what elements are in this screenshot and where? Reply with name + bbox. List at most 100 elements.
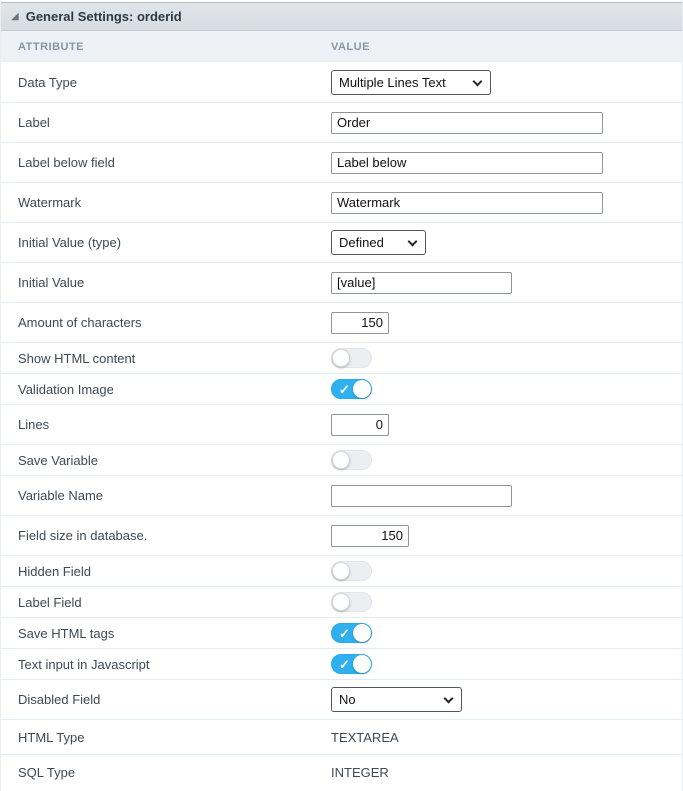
initial-value-type-select[interactable]: Defined (331, 230, 426, 255)
toggle-knob (353, 380, 371, 398)
table-row: Initial Value (type) Defined (1, 222, 682, 262)
watermark-value-cell (331, 191, 682, 214)
table-row: Label Field ✓ (1, 586, 682, 617)
label-field-value-cell: ✓ (331, 592, 682, 612)
hidden-field-toggle[interactable]: ✓ (331, 561, 372, 581)
save-html-tags-value-cell: ✓ (331, 623, 682, 643)
text-input-in-javascript-label: Text input in Javascript (18, 656, 150, 672)
variable-name-value-cell (331, 484, 682, 507)
show-html-content-label: Show HTML content (18, 350, 136, 366)
settings-rows: Data Type Multiple Lines Text Label Label b… (1, 62, 682, 789)
label-below-field-value-cell (331, 151, 682, 174)
variable-name-input[interactable] (331, 484, 512, 507)
disabled-field-select-wrap: No (331, 687, 462, 712)
table-row: Save Variable ✓ (1, 444, 682, 475)
table-row: Label below field (1, 142, 682, 182)
table-row: SQL Type INTEGER (1, 754, 682, 789)
save-html-tags-toggle[interactable]: ✓ (331, 623, 372, 643)
save-variable-value-cell: ✓ (331, 450, 682, 470)
data-type-label: Data Type (18, 74, 78, 90)
variable-name-label: Variable Name (18, 488, 104, 503)
field-size-in-database-label: Field size in database. (18, 528, 148, 543)
field-size-in-database-value-cell (331, 524, 682, 547)
data-type-select-wrap: Multiple Lines Text (331, 69, 491, 95)
amount-of-characters-input[interactable] (331, 311, 389, 334)
table-row: Lines (1, 404, 682, 444)
label-below-field-input[interactable] (331, 151, 603, 174)
table-row: Field size in database. (1, 515, 682, 555)
sql-type-value: INTEGER (331, 764, 389, 780)
checkmark-icon: ✓ (339, 382, 350, 397)
toggle-knob (332, 451, 350, 469)
text-input-in-javascript-value-cell: ✓ (331, 654, 682, 674)
data-type-select[interactable]: Multiple Lines Text (331, 69, 491, 95)
column-header-attribute: ATTRIBUTE (18, 40, 85, 53)
table-row: Disabled Field No (1, 679, 682, 719)
panel-titlebar[interactable]: ◢ General Settings: orderid (1, 2, 682, 31)
initial-value-type-select-wrap: Defined (331, 230, 426, 255)
label-field-toggle[interactable]: ✓ (331, 592, 372, 612)
panel-title: General Settings: orderid (25, 9, 182, 24)
html-type-label: HTML Type (18, 729, 85, 745)
table-row: Label (1, 102, 682, 142)
initial-value-value-cell (331, 271, 682, 294)
table-row: HTML Type TEXTAREA (1, 719, 682, 754)
save-html-tags-label: Save HTML tags (18, 625, 115, 641)
save-variable-toggle[interactable]: ✓ (331, 450, 372, 470)
hidden-field-label: Hidden Field (18, 563, 91, 579)
disabled-field-value-cell: No (331, 687, 682, 712)
show-html-content-toggle[interactable]: ✓ (331, 348, 372, 368)
watermark-label: Watermark (18, 195, 82, 210)
amount-of-characters-label: Amount of characters (18, 315, 142, 330)
lines-label: Lines (18, 417, 50, 432)
table-row: Variable Name (1, 475, 682, 515)
table-row: Hidden Field ✓ (1, 555, 682, 586)
lines-value-cell (331, 413, 682, 436)
label-input[interactable] (331, 111, 603, 134)
column-header-value: VALUE (331, 40, 370, 53)
toggle-knob (332, 349, 350, 367)
initial-value-input[interactable] (331, 271, 512, 294)
initial-value-type-label: Initial Value (type) (18, 235, 122, 250)
sql-type-value-cell: INTEGER (331, 765, 682, 780)
label-value-cell (331, 111, 682, 134)
initial-value-label: Initial Value (18, 275, 85, 290)
watermark-input[interactable] (331, 191, 603, 214)
label-label: Label (18, 115, 50, 130)
toggle-knob (353, 655, 371, 673)
validation-image-label: Validation Image (18, 381, 114, 397)
toggle-knob (353, 624, 371, 642)
amount-of-characters-value-cell (331, 311, 682, 334)
label-field-label: Label Field (18, 594, 82, 610)
show-html-content-value-cell: ✓ (331, 348, 682, 368)
hidden-field-value-cell: ✓ (331, 561, 682, 581)
html-type-value: TEXTAREA (331, 729, 399, 745)
initial-value-type-value-cell: Defined (331, 230, 682, 255)
label-below-field-label: Label below field (18, 155, 115, 170)
table-row: Amount of characters (1, 302, 682, 342)
table-row: Watermark (1, 182, 682, 222)
checkmark-icon: ✓ (339, 657, 350, 672)
toggle-knob (332, 593, 350, 611)
checkmark-icon: ✓ (339, 626, 350, 641)
data-type-value-cell: Multiple Lines Text (331, 69, 682, 95)
validation-image-value-cell: ✓ (331, 379, 682, 399)
disabled-field-label: Disabled Field (18, 692, 101, 707)
general-settings-panel: ◢ General Settings: orderid ATTRIBUTE VA… (0, 0, 683, 791)
table-row: Initial Value (1, 262, 682, 302)
validation-image-toggle[interactable]: ✓ (331, 379, 372, 399)
collapse-triangle-icon[interactable]: ◢ (11, 11, 19, 22)
table-row: Show HTML content ✓ (1, 342, 682, 373)
field-size-in-database-input[interactable] (331, 524, 409, 547)
save-variable-label: Save Variable (18, 452, 98, 468)
table-row: Data Type Multiple Lines Text (1, 62, 682, 102)
lines-input[interactable] (331, 413, 389, 436)
html-type-value-cell: TEXTAREA (331, 730, 682, 745)
sql-type-label: SQL Type (18, 764, 76, 780)
text-input-in-javascript-toggle[interactable]: ✓ (331, 654, 372, 674)
table-row: Text input in Javascript ✓ (1, 648, 682, 679)
column-header-row: ATTRIBUTE VALUE (1, 31, 682, 62)
toggle-knob (332, 562, 350, 580)
disabled-field-select[interactable]: No (331, 687, 462, 712)
table-row: Save HTML tags ✓ (1, 617, 682, 648)
